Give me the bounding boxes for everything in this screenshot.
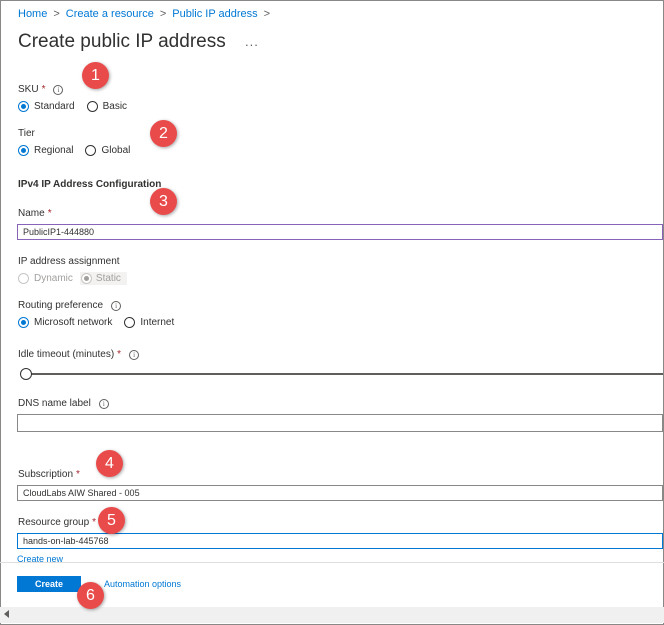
sku-radio-group: Standard Basic (18, 101, 127, 112)
routing-microsoft-label: Microsoft network (34, 317, 113, 328)
tier-global-radio[interactable]: Global (85, 145, 130, 156)
ip-dynamic-label: Dynamic (34, 273, 73, 284)
ip-static-radio: Static (79, 272, 127, 285)
annotation-badge: 5 (98, 507, 125, 534)
radio-unselected-icon[interactable] (85, 145, 97, 156)
routing-microsoft-radio[interactable]: Microsoft network (18, 317, 112, 328)
subscription-label: Subscription * (18, 469, 80, 480)
resource-group-label-text: Resource group (18, 517, 90, 528)
breadcrumb-separator: > (263, 8, 271, 20)
sku-basic-radio[interactable]: Basic (86, 101, 128, 112)
radio-selected-icon[interactable] (18, 317, 29, 328)
tier-regional-label: Regional (34, 145, 74, 156)
breadcrumb-create-resource-link[interactable]: Create a resource (66, 8, 154, 20)
page-title: Create public IP address (18, 31, 226, 52)
window-frame (0, 0, 664, 625)
radio-unselected-icon (18, 273, 29, 284)
dns-label-text: DNS name label (18, 398, 91, 409)
subscription-label-text: Subscription (18, 469, 74, 480)
annotation-badge: 6 (77, 582, 104, 609)
resource-group-label: Resource group * (18, 517, 96, 528)
radio-selected-icon[interactable] (18, 101, 29, 112)
automation-options-link[interactable]: Automation options (104, 579, 181, 589)
routing-preference-label-text: Routing preference (18, 300, 104, 311)
routing-preference-label: Routing preference i (18, 300, 122, 311)
breadcrumb-home-link[interactable]: Home (18, 8, 47, 20)
required-asterisk: * (92, 517, 97, 528)
tier-label: Tier (18, 128, 35, 139)
name-label: Name * (18, 208, 52, 219)
info-icon[interactable]: i (111, 300, 122, 311)
sku-standard-label: Standard (34, 101, 75, 112)
idle-timeout-label-text: Idle timeout (minutes) (18, 349, 115, 360)
horizontal-scrollbar[interactable] (0, 607, 664, 623)
routing-internet-radio[interactable]: Internet (124, 317, 174, 328)
scroll-left-arrow-icon[interactable] (4, 610, 9, 618)
routing-internet-label: Internet (140, 317, 175, 328)
breadcrumb-separator: > (53, 8, 60, 20)
breadcrumb-separator: > (159, 8, 167, 20)
info-icon[interactable]: i (129, 349, 140, 360)
sku-standard-radio[interactable]: Standard (18, 101, 75, 112)
create-button[interactable]: Create (17, 576, 81, 592)
required-asterisk: * (47, 208, 52, 219)
footer-divider (0, 562, 664, 563)
routing-radio-group: Microsoft network Internet (18, 317, 174, 328)
breadcrumb: Home > Create a resource > Public IP add… (18, 8, 270, 20)
resource-group-select[interactable]: hands-on-lab-445768 (17, 533, 663, 549)
annotation-badge: 2 (150, 120, 177, 147)
breadcrumb-public-ip-link[interactable]: Public IP address (172, 8, 257, 20)
radio-unselected-icon[interactable] (86, 101, 98, 112)
tier-global-label: Global (101, 145, 131, 156)
dns-name-input[interactable] (17, 414, 663, 432)
name-label-text: Name (18, 208, 45, 219)
annotation-badge: 4 (96, 450, 123, 477)
sku-label: SKU * i (18, 84, 64, 95)
ip-static-label: Static (95, 273, 121, 284)
required-asterisk: * (117, 349, 122, 360)
required-asterisk: * (76, 469, 80, 480)
tier-radio-group: Regional Global (18, 145, 130, 156)
ipv4-section-heading: IPv4 IP Address Configuration (18, 179, 162, 190)
info-icon[interactable]: i (53, 84, 64, 95)
tier-regional-radio[interactable]: Regional (18, 145, 73, 156)
subscription-select[interactable]: CloudLabs AIW Shared - 005 (17, 485, 663, 501)
idle-timeout-slider-track[interactable] (26, 373, 663, 375)
dns-label: DNS name label i (18, 398, 109, 409)
idle-timeout-slider-thumb[interactable] (20, 368, 32, 380)
more-options-button[interactable]: ... (245, 34, 259, 49)
radio-selected-icon (80, 273, 92, 284)
annotation-badge: 3 (150, 188, 177, 215)
annotation-badge: 1 (82, 62, 109, 89)
radio-selected-icon[interactable] (18, 145, 29, 156)
ip-assignment-label: IP address assignment (18, 256, 120, 267)
sku-label-text: SKU (18, 84, 39, 95)
required-asterisk: * (41, 84, 46, 95)
sku-basic-label: Basic (102, 101, 128, 112)
name-input[interactable]: PublicIP1-444880 (17, 224, 663, 240)
info-icon[interactable]: i (98, 398, 109, 409)
radio-unselected-icon[interactable] (124, 317, 136, 328)
ip-dynamic-radio: Dynamic (18, 273, 73, 284)
ip-assignment-radio-group: Dynamic Static (18, 272, 127, 285)
idle-timeout-label: Idle timeout (minutes) * i (18, 349, 140, 360)
